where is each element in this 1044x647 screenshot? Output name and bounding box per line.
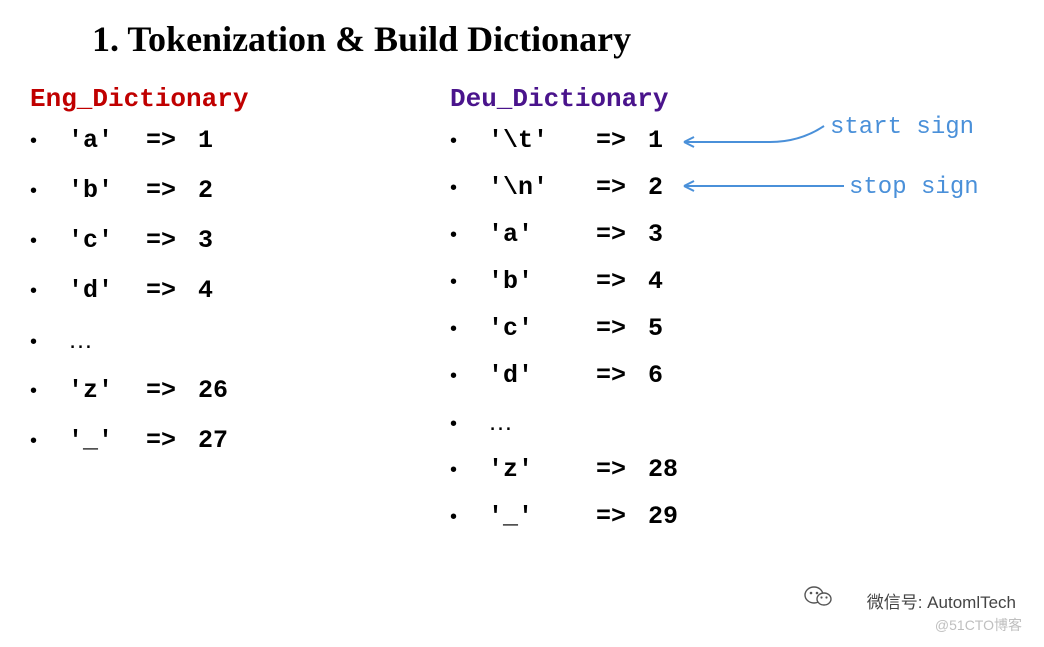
maps-to-arrow: => xyxy=(146,128,198,153)
bullet-icon: • xyxy=(450,460,488,480)
bullet-icon: • xyxy=(450,414,488,434)
maps-to-arrow: => xyxy=(596,222,648,247)
dictionary-entry: •'d'=>6 xyxy=(450,363,1010,388)
dictionary-entry: •'b'=>4 xyxy=(450,269,1010,294)
entry-value: 1 xyxy=(648,128,663,153)
bullet-icon: • xyxy=(30,381,68,401)
page-title: 1. Tokenization & Build Dictionary xyxy=(0,0,1044,60)
bullet-icon: • xyxy=(30,231,68,251)
bullet-icon: • xyxy=(30,431,68,451)
wechat-watermark: 微信号: AutomlTech xyxy=(867,588,1016,613)
eng-dictionary-column: Eng_Dictionary •'a'=>1•'b'=>2•'c'=>3•'d'… xyxy=(30,84,450,551)
bullet-icon: • xyxy=(30,131,68,151)
entry-value: 28 xyxy=(648,457,678,482)
eng-dictionary-header: Eng_Dictionary xyxy=(30,84,450,114)
ellipsis: … xyxy=(68,328,93,353)
entry-key: 'z' xyxy=(488,457,596,482)
maps-to-arrow: => xyxy=(596,128,648,153)
maps-to-arrow: => xyxy=(146,178,198,203)
dictionary-entry: •'b'=>2 xyxy=(30,178,450,203)
entry-key: 'z' xyxy=(68,378,146,403)
dictionary-entry: •… xyxy=(450,410,1010,435)
entry-key: '\t' xyxy=(488,128,596,153)
maps-to-arrow: => xyxy=(146,228,198,253)
bullet-icon: • xyxy=(450,178,488,198)
entry-key: '\n' xyxy=(488,175,596,200)
dictionary-entry: •'_'=>29 xyxy=(450,504,1010,529)
maps-to-arrow: => xyxy=(596,175,648,200)
maps-to-arrow: => xyxy=(596,269,648,294)
entry-value: 4 xyxy=(648,269,663,294)
start-sign-arrow xyxy=(680,120,828,150)
entry-value: 29 xyxy=(648,504,678,529)
blog-watermark: @51CTO博客 xyxy=(935,615,1022,635)
columns-container: Eng_Dictionary •'a'=>1•'b'=>2•'c'=>3•'d'… xyxy=(0,60,1044,551)
entry-value: 3 xyxy=(198,228,213,253)
entry-key: 'a' xyxy=(68,128,146,153)
dictionary-entry: •'a'=>3 xyxy=(450,222,1010,247)
deu-dictionary-column: Deu_Dictionary •'\t'=>1•'\n'=>2•'a'=>3•'… xyxy=(450,84,1010,551)
entry-value: 5 xyxy=(648,316,663,341)
eng-entries: •'a'=>1•'b'=>2•'c'=>3•'d'=>4•…•'z'=>26•'… xyxy=(30,128,450,453)
dictionary-entry: •'a'=>1 xyxy=(30,128,450,153)
entry-key: '_' xyxy=(68,428,146,453)
stop-sign-annotation: stop sign xyxy=(849,174,979,201)
stop-sign-arrow xyxy=(680,180,848,192)
entry-value: 1 xyxy=(198,128,213,153)
entry-value: 27 xyxy=(198,428,228,453)
deu-dictionary-header: Deu_Dictionary xyxy=(450,84,1010,114)
entry-key: 'b' xyxy=(68,178,146,203)
bullet-icon: • xyxy=(450,225,488,245)
dictionary-entry: •… xyxy=(30,328,450,353)
entry-key: 'c' xyxy=(68,228,146,253)
entry-key: '_' xyxy=(488,504,596,529)
entry-key: 'c' xyxy=(488,316,596,341)
entry-value: 2 xyxy=(648,175,663,200)
bullet-icon: • xyxy=(30,281,68,301)
dictionary-entry: •'_'=>27 xyxy=(30,428,450,453)
bullet-icon: • xyxy=(450,131,488,151)
entry-key: 'd' xyxy=(488,363,596,388)
bullet-icon: • xyxy=(450,319,488,339)
entry-key: 'd' xyxy=(68,278,146,303)
entry-value: 2 xyxy=(198,178,213,203)
entry-value: 6 xyxy=(648,363,663,388)
entry-key: 'b' xyxy=(488,269,596,294)
maps-to-arrow: => xyxy=(146,278,198,303)
bullet-icon: • xyxy=(450,272,488,292)
entry-value: 26 xyxy=(198,378,228,403)
maps-to-arrow: => xyxy=(146,378,198,403)
bullet-icon: • xyxy=(450,507,488,527)
maps-to-arrow: => xyxy=(596,316,648,341)
entry-key: 'a' xyxy=(488,222,596,247)
bullet-icon: • xyxy=(30,181,68,201)
maps-to-arrow: => xyxy=(596,363,648,388)
bullet-icon: • xyxy=(30,332,68,352)
wechat-logo-icon xyxy=(804,584,834,614)
dictionary-entry: •'z'=>28 xyxy=(450,457,1010,482)
maps-to-arrow: => xyxy=(596,504,648,529)
dictionary-entry: •'z'=>26 xyxy=(30,378,450,403)
entry-value: 4 xyxy=(198,278,213,303)
maps-to-arrow: => xyxy=(596,457,648,482)
ellipsis: … xyxy=(488,410,513,435)
dictionary-entry: •'c'=>5 xyxy=(450,316,1010,341)
dictionary-entry: •'c'=>3 xyxy=(30,228,450,253)
bullet-icon: • xyxy=(450,366,488,386)
entry-value: 3 xyxy=(648,222,663,247)
dictionary-entry: •'d'=>4 xyxy=(30,278,450,303)
start-sign-annotation: start sign xyxy=(830,114,974,141)
maps-to-arrow: => xyxy=(146,428,198,453)
